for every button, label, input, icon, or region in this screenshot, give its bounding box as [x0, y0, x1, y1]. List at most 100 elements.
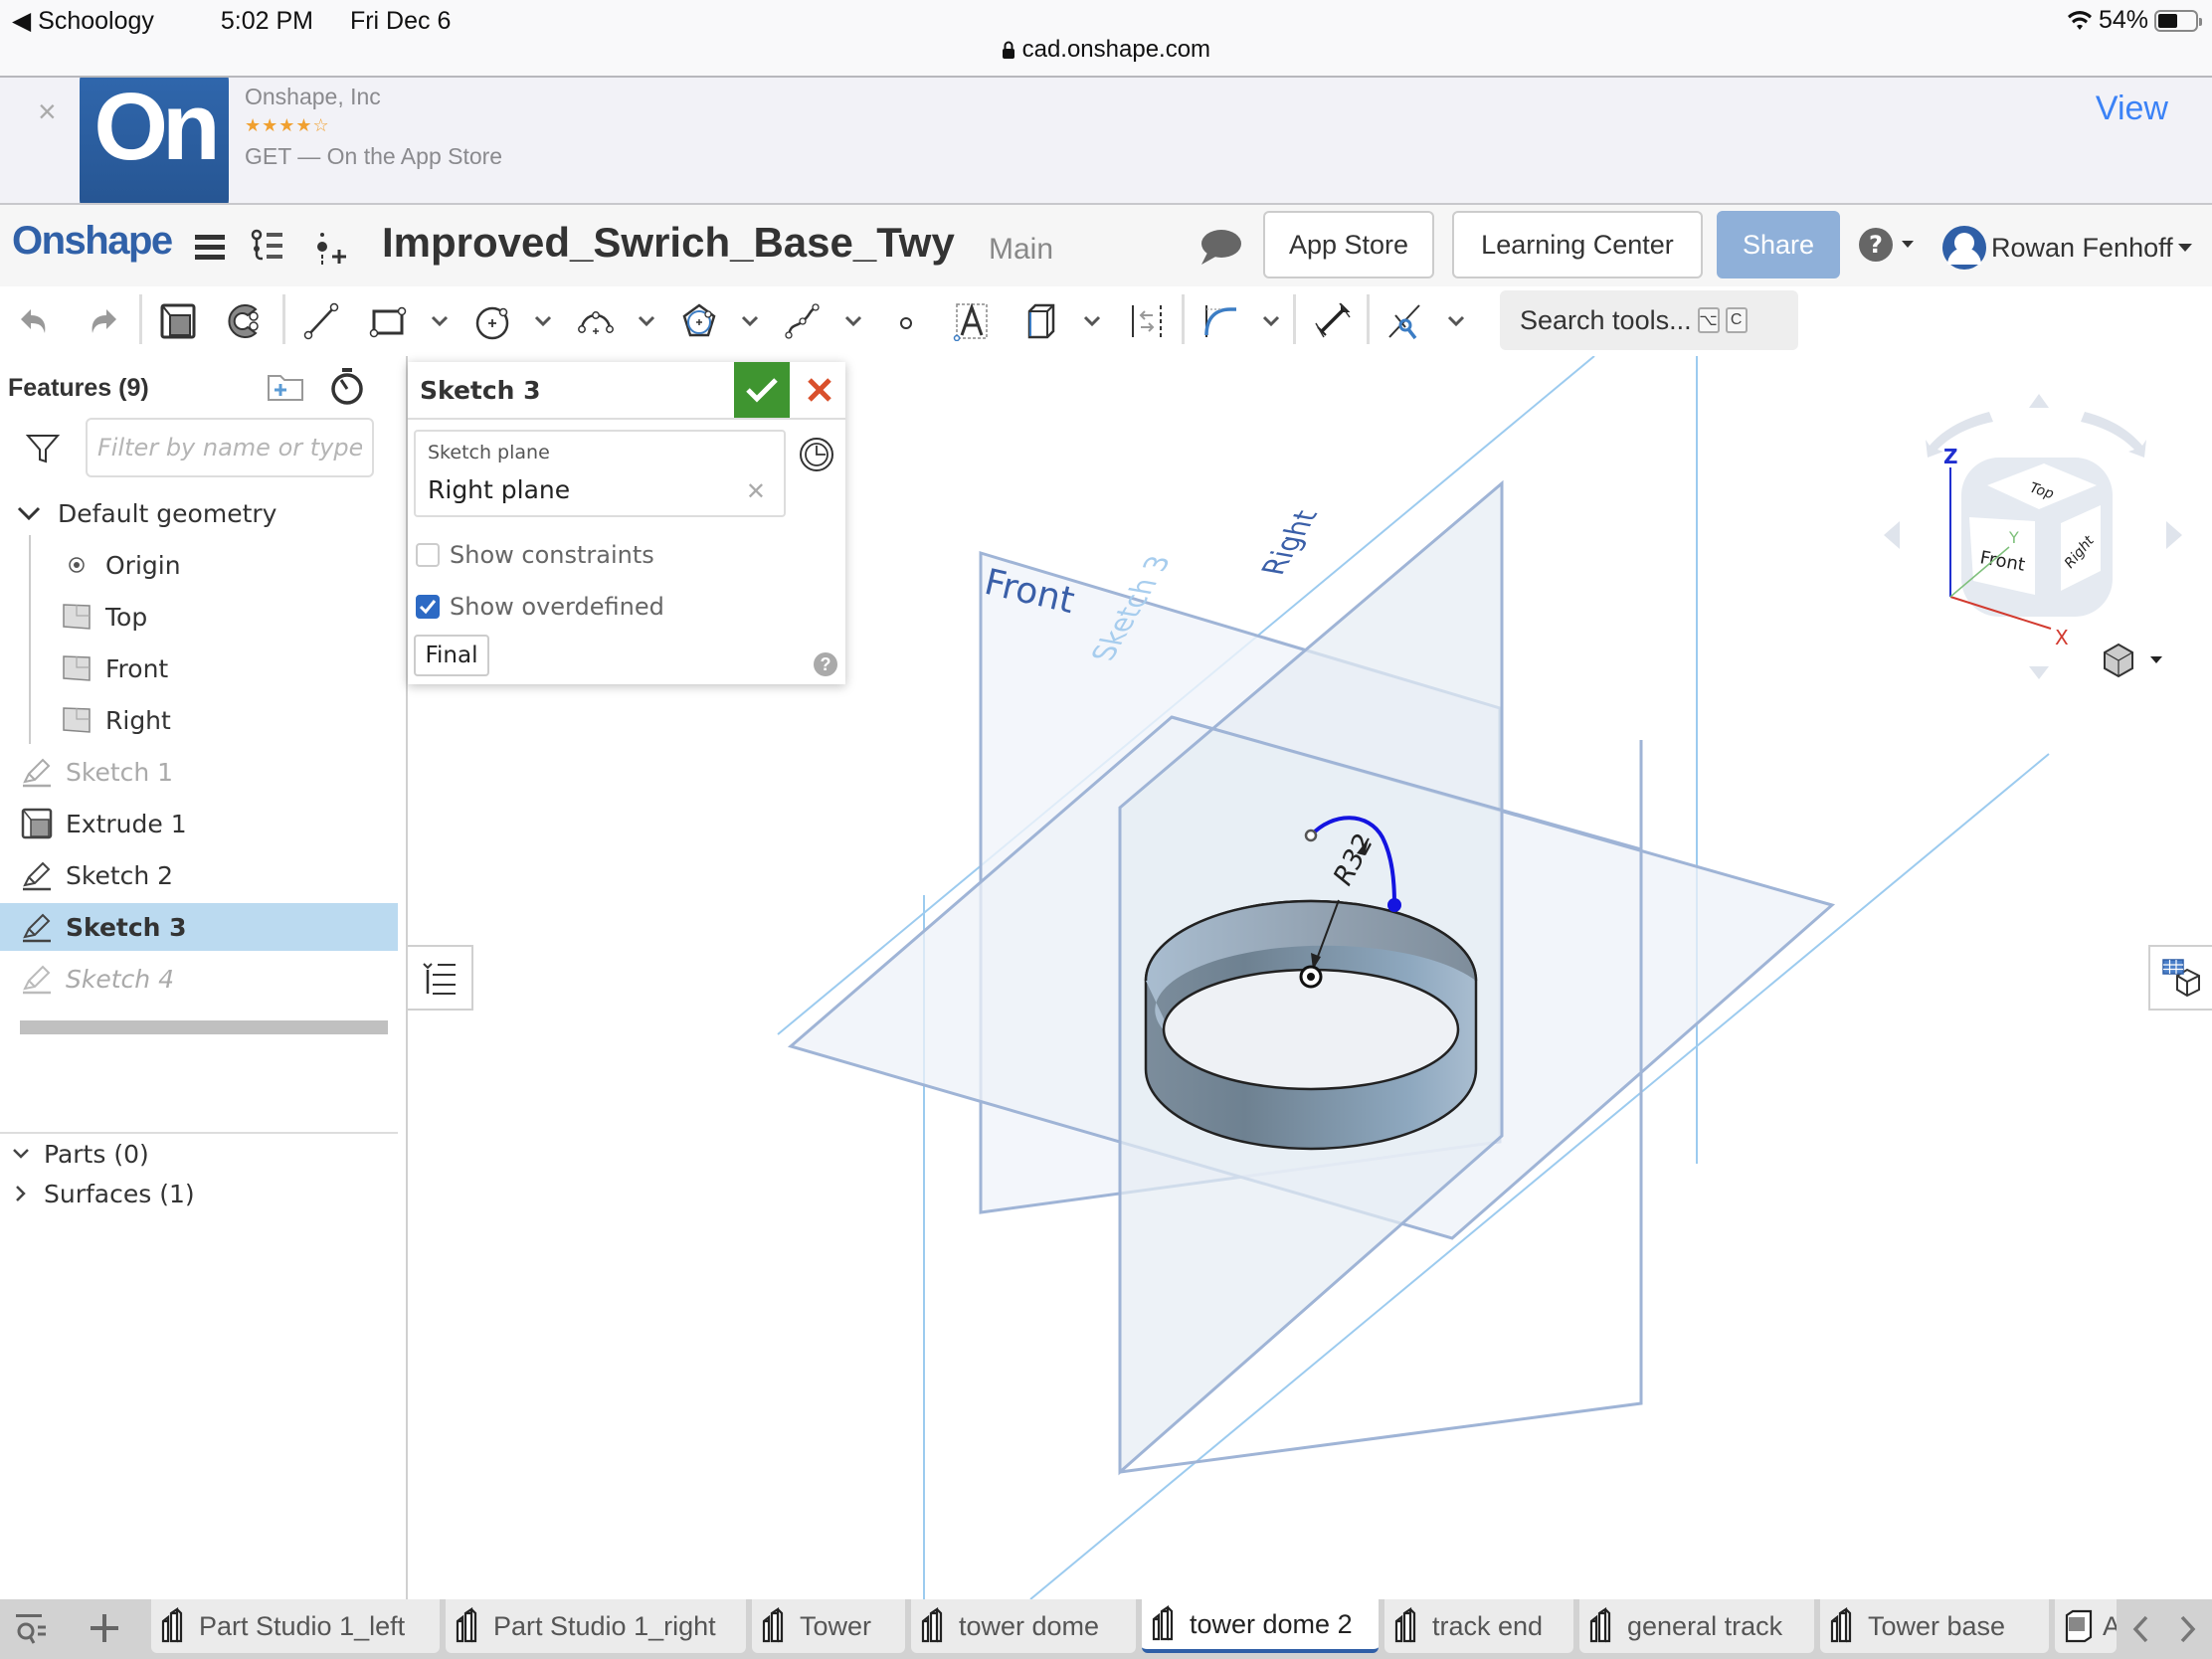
- final-button[interactable]: Final: [414, 635, 489, 676]
- tab-manager-button[interactable]: [14, 1611, 50, 1652]
- default-geometry-group[interactable]: Default geometry: [0, 489, 398, 537]
- rotate-down-arrow[interactable]: [2029, 666, 2049, 679]
- branch-name[interactable]: Main: [989, 233, 1053, 267]
- user-menu[interactable]: Rowan Fenhoff: [1941, 225, 2193, 271]
- arc-endpoint-selected[interactable]: [1387, 898, 1401, 912]
- line-tool-button[interactable]: [298, 298, 344, 344]
- status-time: 5:02 PM: [220, 7, 313, 35]
- feature-item-sketch-1[interactable]: Sketch 1: [0, 748, 398, 796]
- checkmark-icon: [746, 378, 778, 403]
- point-tool-button[interactable]: [883, 298, 929, 344]
- sketch-icon: [20, 910, 54, 944]
- learning-center-button[interactable]: Learning Center: [1452, 211, 1703, 278]
- arc-options-chevron[interactable]: [635, 306, 658, 336]
- tab-tower-dome[interactable]: tower dome: [911, 1599, 1136, 1653]
- tab-track-end[interactable]: track end: [1384, 1599, 1573, 1653]
- arc-endpoint[interactable]: [1304, 829, 1318, 842]
- surfaces-group[interactable]: Surfaces (1): [0, 1174, 398, 1213]
- spline-icon: [785, 303, 820, 339]
- circle-options-chevron[interactable]: [531, 306, 555, 336]
- feature-item-extrude-1[interactable]: Extrude 1: [0, 800, 398, 847]
- scroll-tabs-left-icon[interactable]: [2130, 1614, 2150, 1644]
- sketch-tool-button[interactable]: [155, 298, 201, 344]
- add-tab-button[interactable]: [88, 1611, 121, 1650]
- rollback-timer-button[interactable]: [328, 366, 366, 411]
- scroll-tabs-right-icon[interactable]: [2178, 1614, 2198, 1644]
- insert-feature-icon[interactable]: [312, 227, 352, 267]
- rotate-up-arrow[interactable]: [2029, 394, 2049, 408]
- use-tool-button[interactable]: [1124, 298, 1170, 344]
- rotate-cw-arrow[interactable]: [2081, 412, 2146, 458]
- help-menu-button[interactable]: ?: [1858, 225, 1918, 265]
- feature-item-sketch-3[interactable]: Sketch 3: [0, 903, 398, 951]
- construction-options-chevron[interactable]: [1080, 306, 1104, 336]
- view-normal-button[interactable]: [798, 436, 835, 478]
- help-icon[interactable]: ?: [814, 652, 837, 676]
- extrude-tool-button[interactable]: [223, 298, 269, 344]
- chevron-down-icon: [741, 315, 759, 327]
- trim-tool-button[interactable]: [1382, 298, 1428, 344]
- feature-item-top[interactable]: Top: [0, 593, 398, 641]
- undo-button[interactable]: [12, 298, 58, 344]
- feature-filter-input[interactable]: [86, 418, 374, 477]
- accept-button[interactable]: [734, 362, 790, 418]
- polygon-options-chevron[interactable]: [738, 306, 762, 336]
- redo-button[interactable]: [80, 298, 125, 344]
- construction-tool-button[interactable]: [1018, 298, 1064, 344]
- feature-item-right[interactable]: Right: [0, 696, 398, 744]
- text-tool-button[interactable]: [949, 298, 995, 344]
- clear-plane-button[interactable]: ✕: [746, 477, 766, 506]
- show-constraints-checkbox[interactable]: Show constraints: [416, 541, 654, 569]
- circle-tool-button[interactable]: [469, 298, 515, 344]
- comments-icon[interactable]: [1199, 227, 1241, 267]
- tab-part-studio-1-left[interactable]: Part Studio 1_left: [151, 1599, 440, 1653]
- feature-item-origin[interactable]: Origin: [0, 541, 398, 589]
- rotate-left-arrow[interactable]: [1884, 521, 1900, 549]
- sketch-plane-field[interactable]: Sketch plane Right plane ✕: [414, 430, 786, 517]
- parts-group[interactable]: Parts (0): [0, 1134, 398, 1174]
- feature-item-front[interactable]: Front: [0, 645, 398, 692]
- show-overdefined-checkbox[interactable]: Show overdefined: [416, 593, 664, 621]
- banner-close-button[interactable]: ×: [38, 93, 57, 130]
- add-folder-button[interactable]: [267, 370, 306, 409]
- trim-options-chevron[interactable]: [1444, 306, 1468, 336]
- view-options-button[interactable]: [2104, 643, 2162, 678]
- search-tools-input[interactable]: Search tools... ⌥ C: [1500, 290, 1798, 350]
- tab-tower[interactable]: Tower: [752, 1599, 905, 1653]
- app-store-button[interactable]: App Store: [1263, 211, 1434, 278]
- checkbox-checked[interactable]: [416, 595, 440, 619]
- collapse-feature-list-button[interactable]: [408, 945, 473, 1011]
- version-graph-icon[interactable]: [249, 227, 288, 267]
- view-cube[interactable]: Top Front Right Z X Y: [1870, 368, 2212, 696]
- checkbox-unchecked[interactable]: [416, 543, 440, 567]
- rectangle-options-chevron[interactable]: [428, 306, 452, 336]
- banner-view-button[interactable]: View: [2096, 90, 2168, 128]
- feature-item-sketch-2[interactable]: Sketch 2: [0, 851, 398, 899]
- tab-a[interactable]: A: [2055, 1599, 2117, 1653]
- back-to-app[interactable]: ◀ Schoology: [12, 7, 184, 35]
- fillet-tool-button[interactable]: [1198, 298, 1243, 344]
- document-title[interactable]: Improved_Swrich_Base_Twy: [382, 219, 955, 267]
- hamburger-menu-icon[interactable]: [191, 227, 231, 267]
- feature-item-sketch-4[interactable]: Sketch 4: [0, 955, 398, 1003]
- tab-general-track[interactable]: general track: [1579, 1599, 1814, 1653]
- cancel-button[interactable]: [798, 368, 841, 412]
- share-button[interactable]: Share: [1717, 211, 1840, 278]
- url-bar[interactable]: cad.onshape.com: [0, 36, 2212, 64]
- rotate-ccw-arrow[interactable]: [1926, 412, 1993, 458]
- spline-tool-button[interactable]: [780, 298, 826, 344]
- spline-options-chevron[interactable]: [841, 306, 865, 336]
- rollback-bar[interactable]: [20, 1020, 388, 1034]
- tab-tower-dome-2[interactable]: tower dome 2: [1142, 1599, 1379, 1653]
- dimension-tool-button[interactable]: [1309, 298, 1355, 344]
- filter-icon[interactable]: [25, 432, 61, 470]
- rectangle-tool-button[interactable]: [366, 298, 412, 344]
- configuration-panel-button[interactable]: [2148, 945, 2212, 1011]
- tab-tower-base[interactable]: Tower base: [1820, 1599, 2049, 1653]
- tab-part-studio-1-right[interactable]: Part Studio 1_right: [446, 1599, 746, 1653]
- arc-tool-button[interactable]: [573, 298, 619, 344]
- fillet-options-chevron[interactable]: [1259, 306, 1283, 336]
- onshape-logo[interactable]: Onshape: [12, 219, 173, 264]
- polygon-tool-button[interactable]: [676, 298, 722, 344]
- rotate-right-arrow[interactable]: [2166, 521, 2182, 549]
